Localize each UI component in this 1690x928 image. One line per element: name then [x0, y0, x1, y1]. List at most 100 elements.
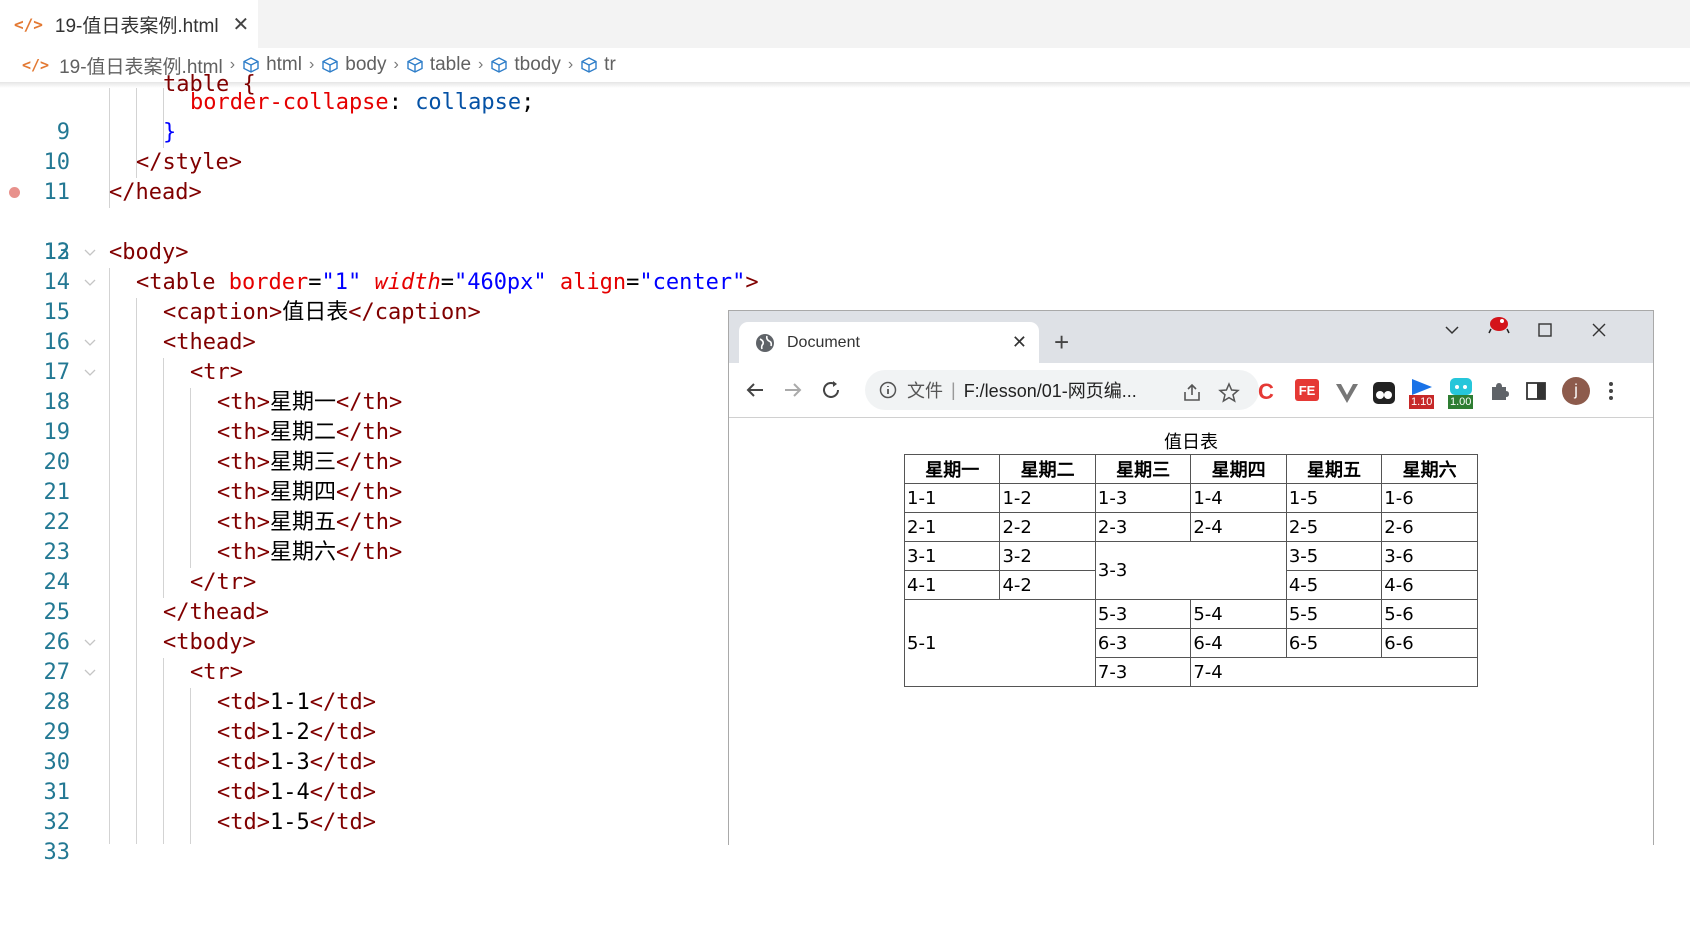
code-token: 1-3: [269, 750, 310, 775]
css-property: border-collapse: [190, 90, 389, 115]
table-cell: 4-6: [1381, 570, 1478, 600]
tampermonkey-icon[interactable]: [1371, 380, 1397, 406]
editor-tab-bar: </> 19-值日表案例.html ✕: [0, 0, 1690, 48]
close-icon[interactable]: ✕: [233, 12, 250, 37]
reload-icon[interactable]: [819, 378, 843, 402]
extension-1-00-icon[interactable]: 1.00: [1448, 377, 1478, 411]
code-token: </td>: [309, 780, 376, 805]
code-token: :: [388, 90, 416, 115]
code-token: 星期四: [269, 480, 336, 505]
breakpoint-dot-icon[interactable]: [9, 187, 20, 198]
line-number: 33: [43, 840, 71, 865]
globe-icon: [756, 333, 774, 352]
back-arrow-icon[interactable]: [743, 378, 767, 402]
code-line: 9 border-collapse: collapse;: [0, 88, 1690, 145]
table-row: 3-1 3-2 3-3 3-5 3-6: [903, 541, 1478, 600]
table-header-cell: 星期四: [1190, 454, 1287, 484]
table-header-cell: 星期三: [1094, 454, 1192, 484]
fold-chevron-icon[interactable]: [84, 658, 98, 688]
code-token: =: [626, 270, 640, 295]
code-token: border: [228, 270, 309, 295]
maximize-icon[interactable]: [1537, 322, 1553, 338]
code-token: <td>: [217, 810, 270, 835]
fold-chevron-icon[interactable]: [84, 628, 98, 658]
extension-1-10-icon[interactable]: 1.10: [1409, 377, 1439, 411]
table-cell: 7-4: [1190, 657, 1478, 687]
browser-tab[interactable]: Document ✕: [739, 322, 1039, 363]
info-icon: [879, 381, 897, 399]
table-cell: 6-3: [1094, 628, 1192, 658]
table-cell: 4-1: [903, 570, 1001, 600]
code-token: <th>: [217, 420, 270, 445]
table-cell: 4-2: [999, 570, 1096, 600]
table-cell: 5-6: [1381, 599, 1478, 629]
vue-devtools-icon[interactable]: [1334, 381, 1360, 407]
side-panel-icon[interactable]: [1525, 380, 1547, 402]
code-token: <td>: [217, 690, 270, 715]
table-cell: 5-5: [1285, 599, 1383, 629]
fold-chevron-icon[interactable]: [84, 328, 98, 358]
code-line: 14 <body>: [0, 238, 1690, 295]
flag-icon: [1412, 379, 1432, 395]
code-token: 1-2: [269, 720, 310, 745]
kebab-menu-icon[interactable]: [1605, 380, 1617, 402]
table-cell: 5-3: [1094, 599, 1192, 629]
table-cell: 6-4: [1190, 628, 1287, 658]
table-cell: 2-5: [1285, 512, 1383, 542]
code-token: </th>: [336, 450, 403, 475]
new-tab-button[interactable]: +: [1054, 327, 1069, 358]
code-line: 12 </head>: [0, 178, 1690, 265]
code-token: ;: [521, 90, 535, 115]
code-token: <tr>: [190, 660, 243, 685]
avatar[interactable]: j: [1562, 377, 1590, 405]
fold-chevron-icon[interactable]: [84, 268, 98, 298]
code-token: 星期六: [269, 540, 336, 565]
table-cell: 1-1: [903, 483, 1001, 513]
table-cell: 3-2: [999, 541, 1096, 571]
puzzle-extensions-icon[interactable]: [1488, 380, 1510, 402]
code-token: </th>: [336, 480, 403, 505]
code-token: 星期一: [269, 390, 336, 415]
table-cell: 3-3: [1094, 541, 1287, 600]
table-cell: 4-5: [1285, 570, 1383, 600]
code-token: 星期三: [269, 450, 336, 475]
code-token: 值日表: [282, 300, 349, 325]
code-token: </td>: [309, 810, 376, 835]
fold-chevron-icon[interactable]: [84, 358, 98, 388]
code-token: =: [308, 270, 322, 295]
browser-window: Document ✕ + 文件 | F:/lesson/01-网页编... C …: [728, 310, 1654, 845]
table-cell: 2-4: [1190, 512, 1287, 542]
table-cell: 3-6: [1381, 541, 1478, 571]
fold-chevron-icon[interactable]: [84, 238, 98, 268]
code-token: <th>: [217, 450, 270, 475]
extension-label: C: [1258, 379, 1274, 404]
table-row: 5-1 5-3 5-4 5-5 5-6: [904, 599, 1478, 687]
star-icon[interactable]: [1218, 382, 1240, 404]
code-token: "460px": [453, 270, 547, 295]
extension-label: FE: [1298, 382, 1316, 398]
table-header-cell: 星期五: [1285, 454, 1383, 484]
code-token: <caption>: [163, 300, 283, 325]
table-cell: 2-3: [1094, 512, 1192, 542]
code-token: <th>: [217, 480, 270, 505]
table-row: 1-1 1-2 1-3 1-4 1-5 1-6: [903, 483, 1478, 513]
code-token: "center": [639, 270, 746, 295]
code-token: </th>: [336, 540, 403, 565]
bird-icon: [1488, 317, 1510, 334]
duty-table: 星期一 星期二 星期三 星期四 星期五 星期六 1-1 1-2 1-3 1-4 …: [903, 454, 1478, 687]
code-token: </td>: [309, 750, 376, 775]
close-icon[interactable]: ✕: [1012, 332, 1027, 353]
code-token: }: [163, 120, 177, 145]
c-extension-icon[interactable]: C: [1258, 379, 1284, 405]
code-token: <tr>: [190, 360, 243, 385]
table-cell: 6-5: [1285, 628, 1383, 658]
fe-extension-icon[interactable]: FE: [1295, 379, 1319, 401]
chevron-down-icon[interactable]: [1444, 325, 1460, 335]
browser-toolbar: 文件 | F:/lesson/01-网页编... C FE 1.10 1.00 …: [729, 363, 1653, 418]
html-file-icon: </>: [14, 14, 43, 34]
close-window-icon[interactable]: [1591, 322, 1607, 338]
code-token: </td>: [309, 690, 376, 715]
share-icon[interactable]: [1181, 382, 1203, 404]
editor-tab-active[interactable]: </> 19-值日表案例.html ✕: [0, 0, 258, 48]
forward-arrow-icon[interactable]: [781, 378, 805, 402]
